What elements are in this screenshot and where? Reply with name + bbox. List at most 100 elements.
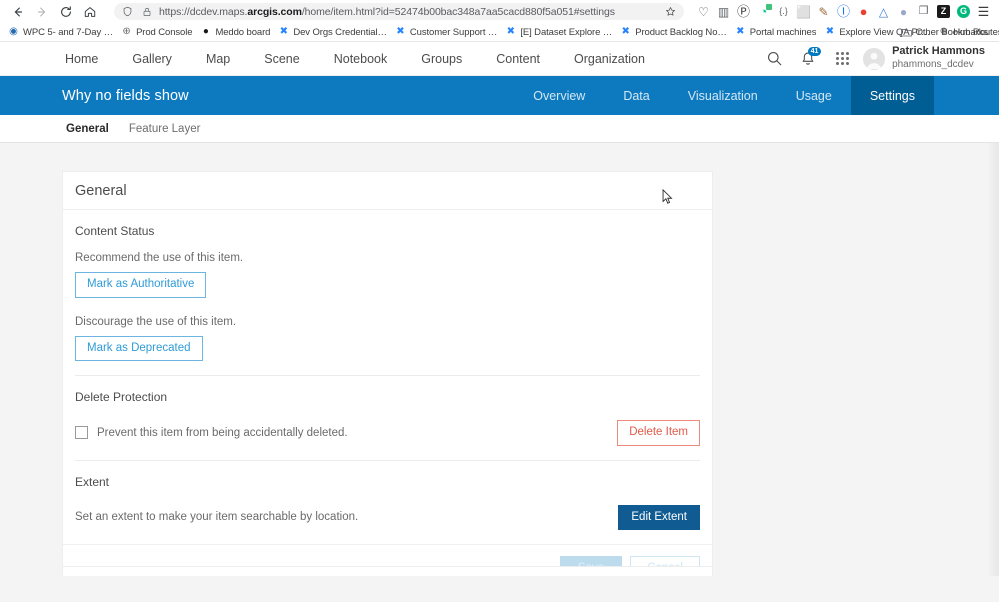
nav-item-groups[interactable]: Groups xyxy=(404,52,479,66)
pocket-icon[interactable]: ♡ xyxy=(694,2,713,21)
jira-favicon: ✖ xyxy=(506,26,516,37)
nav-item-scene[interactable]: Scene xyxy=(247,52,316,66)
nav-item-gallery[interactable]: Gallery xyxy=(115,52,189,66)
nav-item-organization[interactable]: Organization xyxy=(557,52,662,66)
user-name: Patrick Hammons xyxy=(892,45,985,58)
bookmark-label: WPC 5- and 7-Day … xyxy=(23,26,114,38)
forward-arrow-icon[interactable] xyxy=(30,2,54,22)
hamburger-menu-icon[interactable]: ☰ xyxy=(974,2,993,21)
tomato-timer-icon[interactable]: ● xyxy=(854,2,873,21)
tab-settings[interactable]: Settings xyxy=(850,76,934,115)
subtab-feature-layer[interactable]: Feature Layer xyxy=(119,123,211,135)
user-info[interactable]: Patrick Hammons phammons_dcdev xyxy=(892,45,991,71)
zotero-icon[interactable]: Z xyxy=(934,2,953,21)
prevent-delete-checkbox-row[interactable]: Prevent this item from being accidentall… xyxy=(75,426,348,440)
content-status-section: Content Status Recommend the use of this… xyxy=(63,210,712,361)
pocket-dark-icon[interactable]: Ⓟ xyxy=(734,2,753,21)
bookmark-label: Portal machines xyxy=(749,26,817,38)
mark-as-deprecated-button[interactable]: Mark as Deprecated xyxy=(75,335,203,361)
star-icon[interactable] xyxy=(662,4,678,20)
extent-section: Extent xyxy=(63,461,712,489)
grammar-check-icon[interactable]: G xyxy=(954,2,973,21)
bookmark-item[interactable]: ⊕ Prod Console xyxy=(118,26,197,39)
shield-icon xyxy=(120,4,135,19)
item-title: Why no fields show xyxy=(62,87,189,104)
mark-as-authoritative-button[interactable]: Mark as Authoritative xyxy=(75,272,207,298)
jira-favicon: ✖ xyxy=(621,26,630,37)
app-launcher-icon[interactable] xyxy=(825,44,859,74)
delete-protection-title: Delete Protection xyxy=(75,390,168,404)
extent-title: Extent xyxy=(75,474,110,489)
bookmark-item[interactable]: ✖ Dev Orgs Credential… xyxy=(275,26,392,39)
prevent-delete-checkbox[interactable] xyxy=(75,426,88,440)
subtab-general[interactable]: General xyxy=(56,123,119,135)
settings-content-area: General Content Status Recommend the use… xyxy=(0,143,999,576)
extent-row: Set an extent to make your item searchab… xyxy=(63,504,712,530)
tabs-spacer xyxy=(934,76,999,115)
bookmark-label: Dev Orgs Credential… xyxy=(293,26,387,38)
nav-item-map[interactable]: Map xyxy=(189,52,247,66)
circle-extension-icon[interactable]: ● xyxy=(894,2,913,21)
other-bookmarks-label: Other Bookmarks xyxy=(915,26,988,38)
page-scrollbar[interactable] xyxy=(989,143,999,576)
bookmark-item[interactable]: ✖ Portal machines xyxy=(732,26,822,39)
folder-icon xyxy=(900,27,912,38)
bookmark-item[interactable]: ✖ [E] Dataset Explore … xyxy=(502,26,617,39)
reload-icon[interactable] xyxy=(54,2,78,22)
item-tabs: Overview Data Visualization Usage Settin… xyxy=(514,76,999,115)
tab-overview[interactable]: Overview xyxy=(514,76,604,115)
bookmark-item[interactable]: ✖ Product Backlog No… xyxy=(617,26,732,39)
user-handle: phammons_dcdev xyxy=(892,59,974,71)
browser-toolbar: https://dcdev.maps.arcgis.com/home/item.… xyxy=(0,0,999,23)
onepassword-icon[interactable]: Ⓘ xyxy=(834,2,853,21)
browser-chrome: https://dcdev.maps.arcgis.com/home/item.… xyxy=(0,0,999,42)
bookmark-label: [E] Dataset Explore … xyxy=(520,26,613,38)
json-viewer-icon[interactable]: {.} xyxy=(774,2,793,21)
github-favicon: ● xyxy=(202,26,209,37)
bookmark-item[interactable]: ● Meddo board xyxy=(197,26,275,39)
paint-extension-icon[interactable]: ✎ xyxy=(814,2,833,21)
bookmark-item[interactable]: ✖ Customer Support … xyxy=(392,26,502,39)
jira-favicon: ✖ xyxy=(736,26,745,37)
bookmark-label: Meddo board xyxy=(215,26,271,38)
notification-badge: 41 xyxy=(808,46,822,56)
bookmark-label: Prod Console xyxy=(136,26,193,38)
delete-protection-row: Prevent this item from being accidentall… xyxy=(63,420,712,446)
delete-protection-section: Delete Protection xyxy=(63,376,712,404)
jira-favicon: ✖ xyxy=(825,26,835,37)
delete-item-button[interactable]: Delete Item xyxy=(617,420,700,446)
url-domain: arcgis.com xyxy=(247,5,302,18)
bookmark-label: Product Backlog No… xyxy=(635,26,727,38)
page-title: General xyxy=(75,182,127,199)
tab-data[interactable]: Data xyxy=(604,76,668,115)
bookmark-item[interactable]: ◉ WPC 5- and 7-Day … xyxy=(5,26,118,39)
prevent-delete-label: Prevent this item from being accidentall… xyxy=(97,426,348,439)
edit-extent-button[interactable]: Edit Extent xyxy=(618,504,700,530)
other-bookmarks-button[interactable]: Other Bookmarks xyxy=(898,26,993,39)
bookmarks-bar: ◉ WPC 5- and 7-Day … ⊕ Prod Console ● Meddo… xyxy=(0,23,999,42)
bell-icon[interactable]: 41 xyxy=(791,44,825,74)
arcgis-global-header: Home Gallery Map Scene Notebook Groups C… xyxy=(0,42,999,76)
home-icon[interactable] xyxy=(78,2,102,22)
jira-favicon: ✖ xyxy=(396,26,405,37)
tab-usage[interactable]: Usage xyxy=(777,76,851,115)
bookmark-label: Customer Support … xyxy=(409,26,498,38)
user-avatar-icon[interactable] xyxy=(863,47,886,70)
back-arrow-icon[interactable] xyxy=(6,2,30,22)
container-tabs-icon[interactable]: ❐ xyxy=(914,2,933,21)
triangle-extension-icon[interactable]: △ xyxy=(874,2,893,21)
address-bar[interactable]: https://dcdev.maps.arcgis.com/home/item.… xyxy=(114,3,684,20)
nav-item-home[interactable]: Home xyxy=(48,52,115,66)
grammarly-icon[interactable]: ◔ xyxy=(754,2,773,21)
header-actions: 41 Patrick Hammons phammons_dcdev xyxy=(757,44,991,74)
recommend-text: Recommend the use of this item. xyxy=(75,252,244,264)
secondary-settings-card xyxy=(62,566,713,576)
tab-visualization[interactable]: Visualization xyxy=(669,76,777,115)
content-status-title: Content Status xyxy=(75,224,155,238)
nav-item-notebook[interactable]: Notebook xyxy=(317,52,405,66)
reader-sidebar-icon[interactable]: ▥ xyxy=(714,2,733,21)
nav-item-content[interactable]: Content xyxy=(479,52,557,66)
notes-extension-icon[interactable]: ⬜ xyxy=(794,2,813,21)
discourage-text: Discourage the use of this item. xyxy=(75,315,237,328)
search-icon[interactable] xyxy=(757,44,791,74)
